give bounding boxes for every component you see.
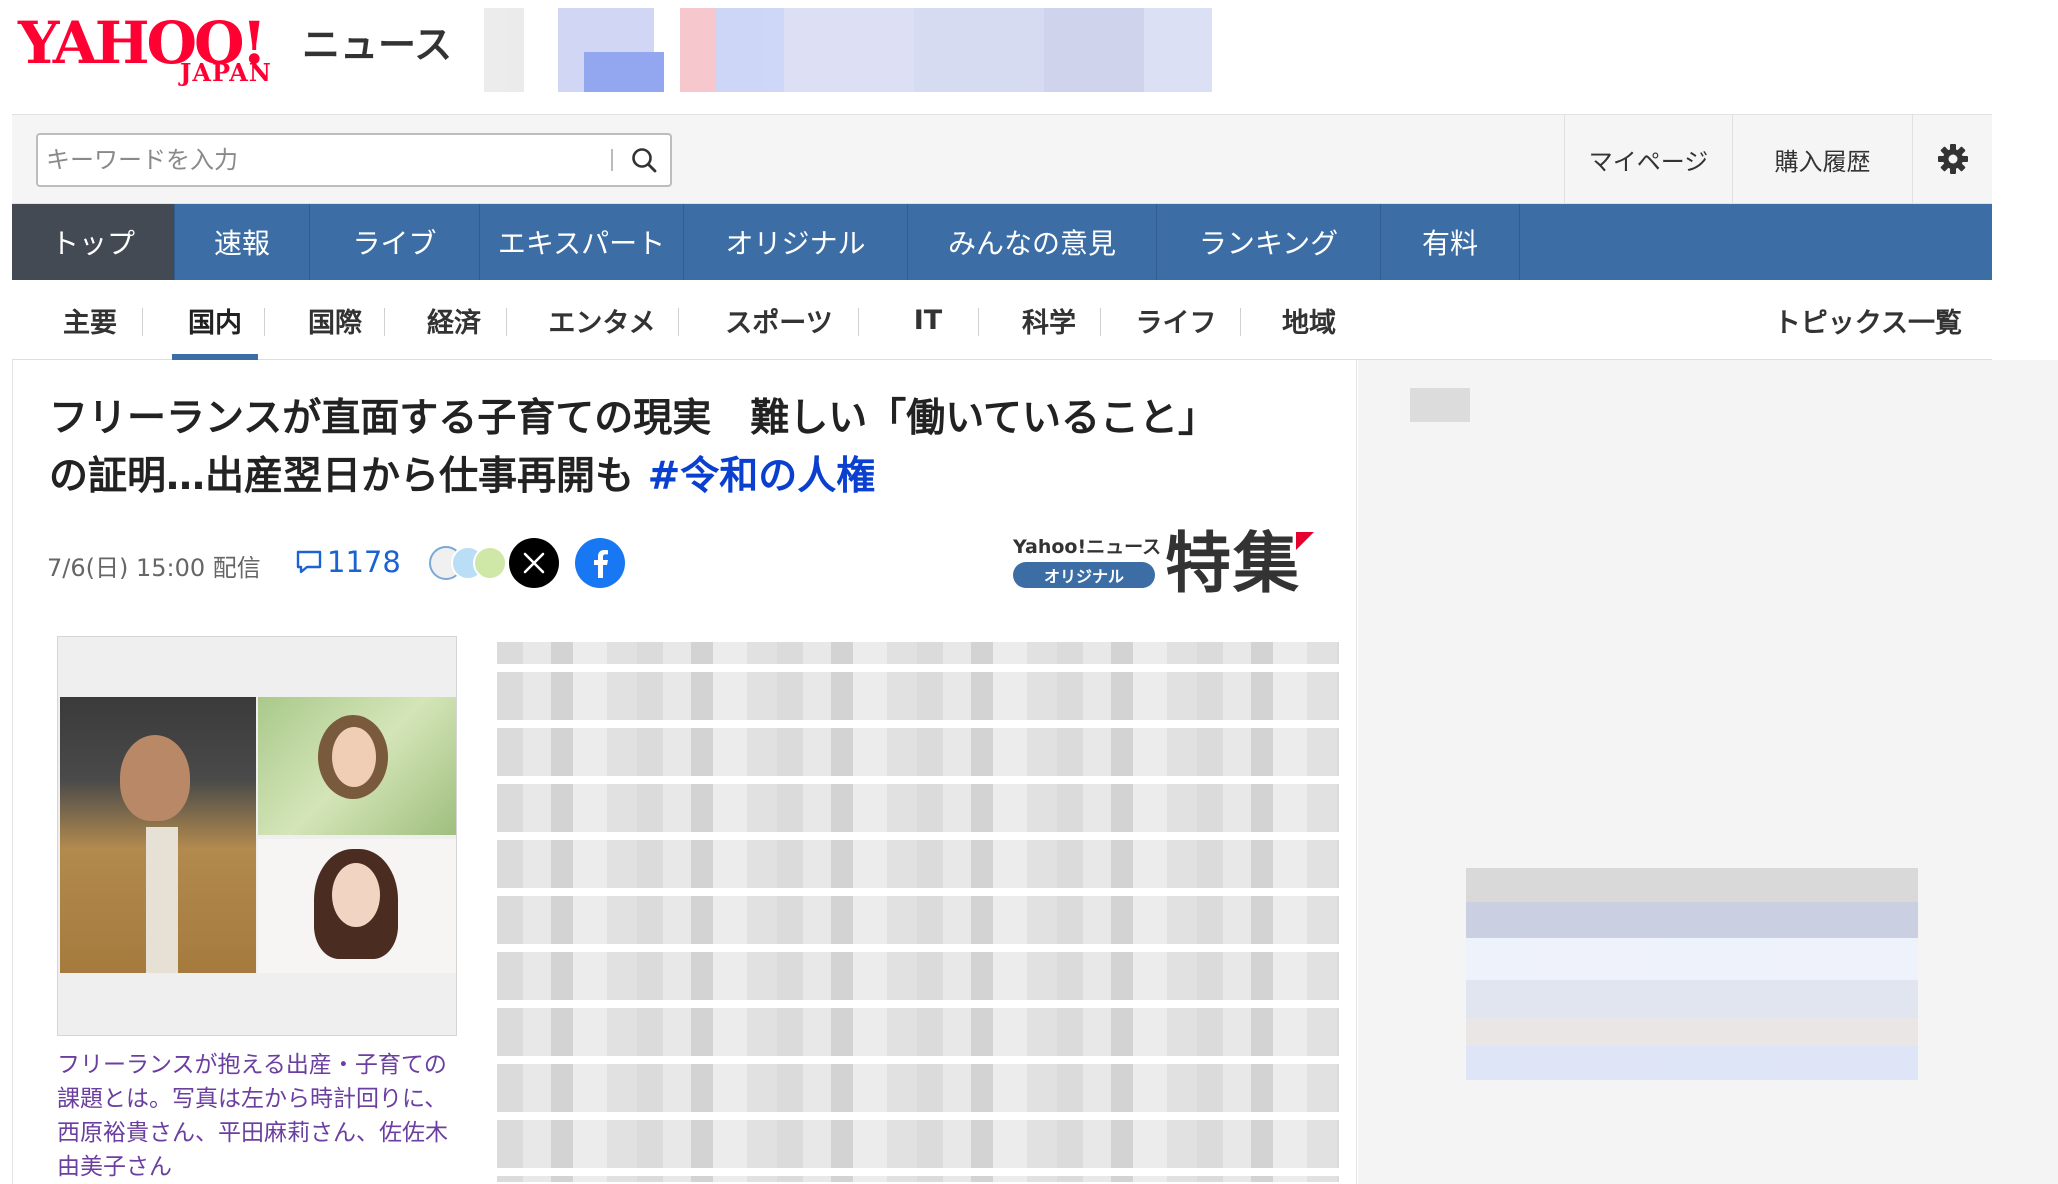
topics-list-link[interactable]: トピックス一覧	[1774, 280, 1962, 360]
x-logo-icon	[523, 552, 545, 574]
facebook-logo-icon	[594, 550, 608, 578]
blurred-banner	[484, 8, 1212, 92]
main-nav: トップ 速報 ライブ エキスパート オリジナル みんなの意見 ランキング 有料	[12, 204, 1992, 280]
service-name[interactable]: ニュース	[302, 14, 452, 69]
purchase-history-link[interactable]: 購入履歴	[1732, 115, 1912, 203]
photo-portrait-man	[60, 697, 256, 973]
nav-top[interactable]: トップ	[12, 204, 175, 280]
headline-line-2: の証明…出産翌日から仕事再開も	[49, 454, 635, 499]
category-separator	[858, 308, 859, 336]
nav-original[interactable]: オリジナル	[684, 204, 908, 280]
share-facebook-button[interactable]	[575, 538, 625, 588]
category-international[interactable]: 国際	[290, 280, 380, 360]
category-region[interactable]: 地域	[1262, 280, 1356, 360]
photo-caption: フリーランスが抱える出産・子育ての課題とは。写真は左から時計回りに、西原裕貴さん…	[57, 1052, 448, 1180]
category-science[interactable]: 科学	[1002, 280, 1096, 360]
nav-expert[interactable]: エキスパート	[480, 204, 684, 280]
avatar	[473, 546, 507, 580]
nav-ranking[interactable]: ランキング	[1157, 204, 1381, 280]
nav-paid[interactable]: 有料	[1381, 204, 1520, 280]
category-separator	[264, 308, 265, 336]
category-it[interactable]: IT	[882, 280, 974, 360]
article: フリーランスが直面する子育ての現実 難しい「働いていること」 の証明…出産翌日か…	[12, 360, 1357, 1184]
nav-live[interactable]: ライブ	[310, 204, 480, 280]
share-x-button[interactable]	[509, 538, 559, 588]
category-separator	[506, 308, 507, 336]
badge-original-label: オリジナル	[1013, 562, 1155, 588]
yahoo-japan-logo[interactable]: YAHOO! JAPAN	[18, 8, 298, 88]
article-photo[interactable]	[57, 636, 457, 1036]
logo-japan-text: JAPAN	[180, 58, 272, 87]
badge-flag-icon	[1296, 532, 1314, 550]
category-domestic[interactable]: 国内	[172, 280, 258, 360]
category-nav: 主要 国内 国際 経済 エンタメ スポーツ IT 科学 ライフ 地域 トピックス…	[12, 280, 1992, 360]
sidebar	[1358, 360, 2058, 1184]
category-separator	[1100, 308, 1101, 336]
category-economy[interactable]: 経済	[408, 280, 500, 360]
badge-feature-text: 特集	[1165, 525, 1301, 602]
nav-breaking[interactable]: 速報	[175, 204, 310, 280]
gear-icon	[1937, 144, 1968, 174]
photo-portrait-woman-1	[258, 697, 456, 835]
header-bar: マイページ 購入履歴	[12, 114, 1992, 204]
headline-line-1: フリーランスが直面する子育ての現実 難しい「働いていること」	[49, 396, 1218, 441]
category-entertainment[interactable]: エンタメ	[530, 280, 674, 360]
search-box	[36, 133, 672, 187]
category-separator	[142, 308, 143, 336]
photo-portrait-woman-2	[258, 839, 456, 973]
comments-link[interactable]: 1178	[295, 542, 401, 582]
category-separator	[384, 308, 385, 336]
badge-brand-text: Yahoo!ニュース	[1013, 536, 1162, 558]
search-input[interactable]	[46, 135, 606, 185]
category-separator	[678, 308, 679, 336]
search-button[interactable]	[622, 139, 666, 181]
category-main[interactable]: 主要	[44, 280, 136, 360]
comment-icon	[296, 550, 322, 574]
search-divider	[611, 149, 613, 171]
commenter-avatars	[429, 546, 519, 580]
article-headline: フリーランスが直面する子育ての現実 難しい「働いていること」 の証明…出産翌日か…	[49, 390, 1339, 506]
settings-button[interactable]	[1912, 115, 1992, 203]
category-separator	[978, 308, 979, 336]
search-icon	[632, 148, 657, 173]
category-separator	[1240, 308, 1241, 336]
blurred-sidebar-label	[1410, 388, 1470, 422]
blurred-article-body	[497, 642, 1339, 1182]
comment-count: 1178	[327, 545, 401, 579]
blurred-sidebar-ad[interactable]	[1466, 868, 1918, 1080]
masthead: YAHOO! JAPAN ニュース	[0, 0, 2058, 114]
mypage-link[interactable]: マイページ	[1564, 115, 1732, 203]
hashtag-link[interactable]: #令和の人権	[648, 454, 876, 499]
publish-date: 7/6(日) 15:00 配信	[47, 554, 261, 582]
category-life[interactable]: ライフ	[1122, 280, 1230, 360]
nav-opinion[interactable]: みんなの意見	[908, 204, 1157, 280]
category-sports[interactable]: スポーツ	[702, 280, 856, 360]
yahoo-news-original-feature-badge: Yahoo!ニュース オリジナル 特集	[1013, 526, 1333, 606]
